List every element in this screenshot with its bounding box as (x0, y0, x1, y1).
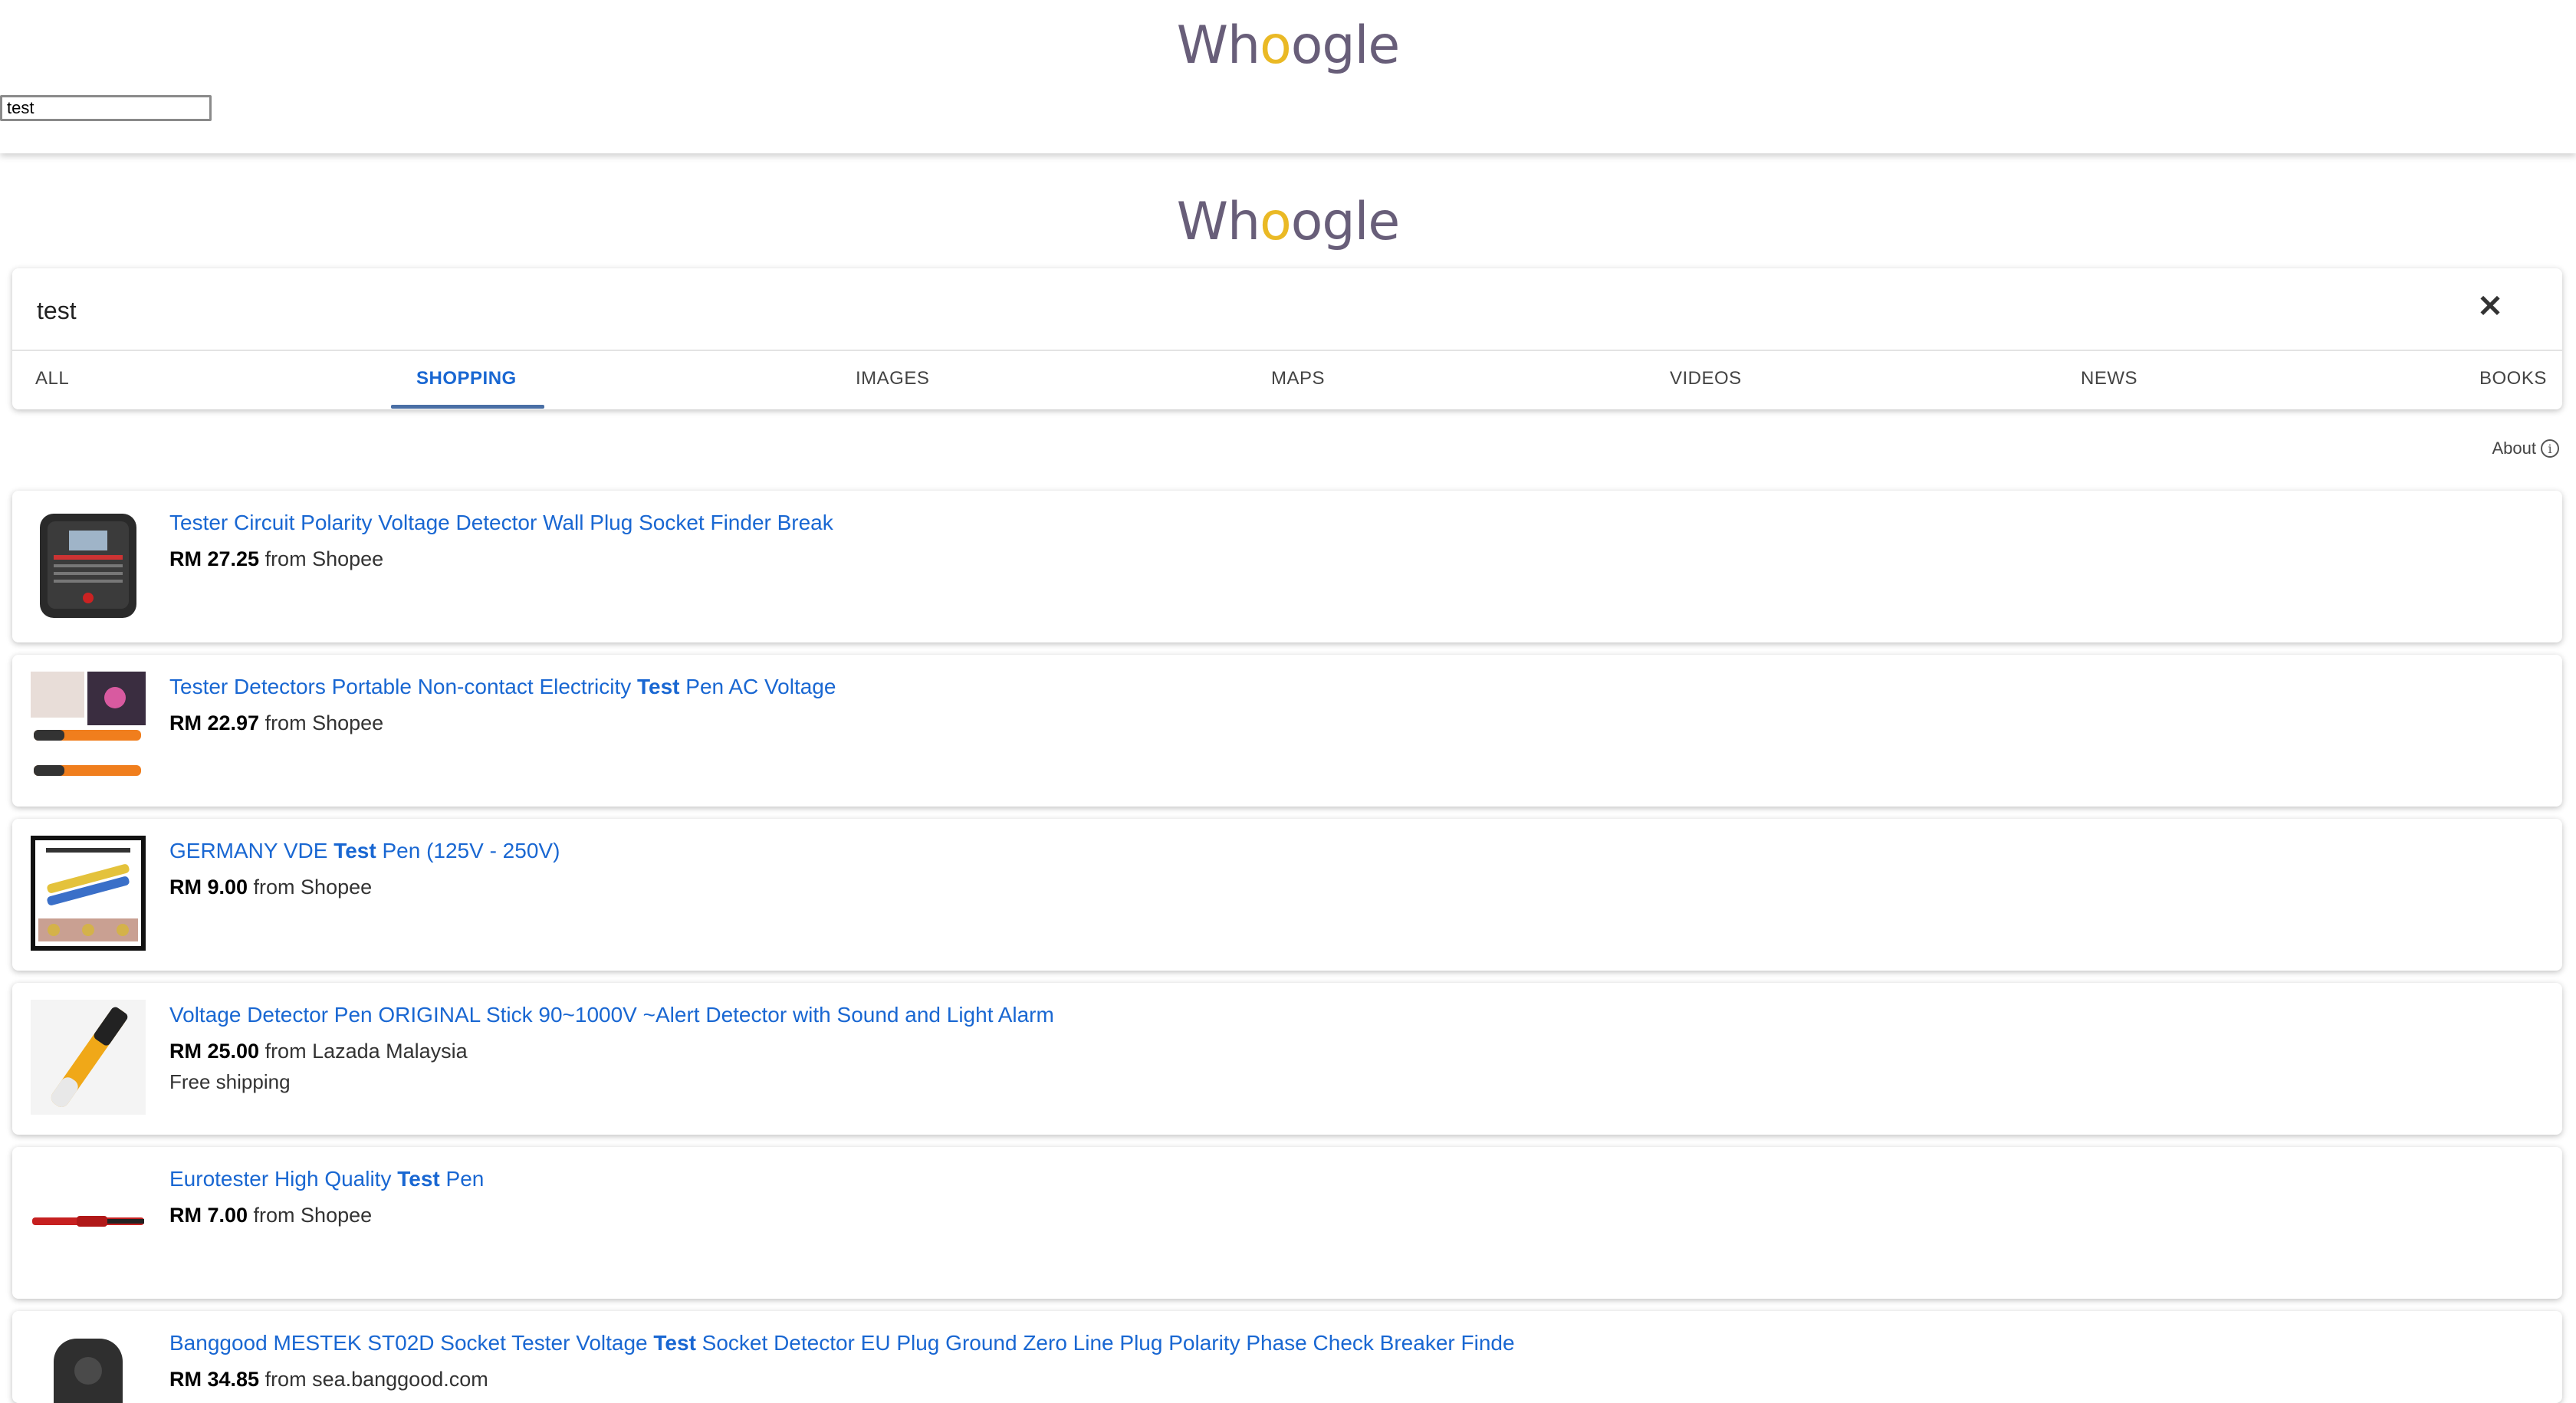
price-value: RM 34.85 (169, 1368, 260, 1391)
result-title-link[interactable]: Eurotester High Quality Test Pen (169, 1167, 484, 1191)
result-price: RM 25.00 from Lazada Malaysia (169, 1040, 468, 1063)
shipping-note: Free shipping (169, 1070, 291, 1093)
price-value: RM 27.25 (169, 547, 260, 570)
main-logo-text: Whoogle (1176, 192, 1400, 252)
price-value: RM 22.97 (169, 711, 260, 734)
result-title-link[interactable]: Voltage Detector Pen ORIGINAL Stick 90~1… (169, 1003, 1054, 1027)
price-source: from Shopee (259, 547, 384, 570)
result-title-link[interactable]: Tester Circuit Polarity Voltage Detector… (169, 511, 833, 535)
top-header: Whoogle (0, 0, 2576, 153)
title-text: Pen (125V - 250V) (376, 839, 560, 863)
tab-maps[interactable]: MAPS (1271, 368, 1325, 389)
tab-news[interactable]: NEWS (2081, 368, 2137, 389)
result-price: RM 27.25 from Shopee (169, 547, 383, 571)
price-source: from Shopee (248, 1204, 373, 1227)
result-title-link[interactable]: Banggood MESTEK ST02D Socket Tester Volt… (169, 1331, 1515, 1355)
price-value: RM 7.00 (169, 1204, 248, 1227)
product-thumbnail[interactable] (31, 836, 146, 951)
search-card: ✕ ALL SHOPPING IMAGES MAPS VIDEOS NEWS B… (12, 268, 2562, 409)
result-price: RM 22.97 from Shopee (169, 711, 383, 735)
shopping-result: Tester Detectors Portable Non-contact El… (12, 655, 2562, 807)
shopping-result: Eurotester High Quality Test Pen RM 7.00… (12, 1147, 2562, 1299)
price-value: RM 25.00 (169, 1040, 260, 1063)
price-source: from sea.banggood.com (259, 1368, 488, 1391)
title-highlight: Test (653, 1331, 696, 1355)
tab-images[interactable]: IMAGES (856, 368, 929, 389)
title-text: Tester Circuit Polarity Voltage Detector… (169, 511, 833, 534)
tab-all[interactable]: ALL (35, 368, 69, 389)
result-price: RM 7.00 from Shopee (169, 1204, 372, 1227)
info-icon: i (2541, 439, 2559, 458)
search-input[interactable] (35, 282, 2415, 339)
shopping-result: GERMANY VDE Test Pen (125V - 250V) RM 9.… (12, 819, 2562, 971)
title-text: Voltage Detector Pen ORIGINAL Stick 90~1… (169, 1003, 1054, 1027)
product-thumbnail[interactable] (31, 1164, 146, 1279)
result-title-link[interactable]: Tester Detectors Portable Non-contact El… (169, 675, 836, 699)
product-thumbnail[interactable] (31, 508, 146, 623)
title-text: Eurotester High Quality (169, 1167, 398, 1191)
main-logo[interactable]: Whoogle (0, 196, 2576, 248)
top-logo[interactable]: Whoogle (0, 20, 2576, 72)
price-source: from Shopee (259, 711, 384, 734)
close-icon[interactable]: ✕ (2467, 284, 2513, 330)
about-link[interactable]: About i (2492, 439, 2559, 458)
product-thumbnail[interactable] (31, 1328, 146, 1403)
title-highlight: Test (637, 675, 680, 698)
top-logo-text: Whoogle (1176, 15, 1400, 76)
price-value: RM 9.00 (169, 876, 248, 899)
title-text: Tester Detectors Portable Non-contact El… (169, 675, 638, 698)
product-thumbnail[interactable] (31, 1000, 146, 1115)
shopping-result: Voltage Detector Pen ORIGINAL Stick 90~1… (12, 983, 2562, 1135)
title-text: Pen (439, 1167, 485, 1191)
tabs-divider (12, 350, 2562, 351)
title-text: Socket Detector EU Plug Ground Zero Line… (695, 1331, 1515, 1355)
title-text: Pen AC Voltage (679, 675, 836, 698)
price-source: from Lazada Malaysia (259, 1040, 468, 1063)
about-label: About (2492, 439, 2537, 458)
title-highlight: Test (397, 1167, 440, 1191)
shopping-result: Banggood MESTEK ST02D Socket Tester Volt… (12, 1311, 2562, 1403)
title-text: Banggood MESTEK ST02D Socket Tester Volt… (169, 1331, 654, 1355)
result-price: RM 9.00 from Shopee (169, 876, 372, 899)
product-thumbnail[interactable] (31, 672, 146, 787)
title-highlight: Test (334, 839, 376, 863)
result-title-link[interactable]: GERMANY VDE Test Pen (125V - 250V) (169, 839, 560, 863)
tab-videos[interactable]: VIDEOS (1670, 368, 1742, 389)
tab-shopping[interactable]: SHOPPING (416, 368, 517, 389)
title-text: GERMANY VDE (169, 839, 334, 863)
tab-books[interactable]: BOOKS (2479, 368, 2547, 389)
active-tab-indicator (391, 405, 544, 409)
top-search-input[interactable] (0, 95, 212, 121)
price-source: from Shopee (248, 876, 373, 899)
shopping-result: Tester Circuit Polarity Voltage Detector… (12, 491, 2562, 642)
